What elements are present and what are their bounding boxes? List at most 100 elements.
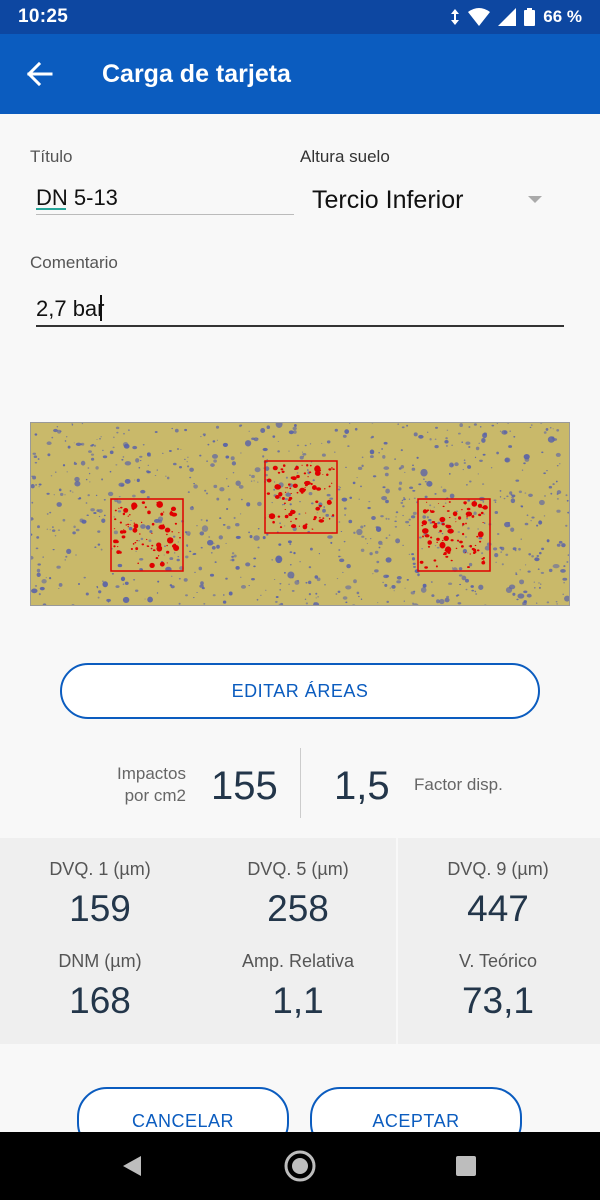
droplet bbox=[422, 583, 427, 588]
droplet bbox=[357, 466, 363, 471]
droplet bbox=[324, 583, 326, 586]
droplet bbox=[406, 579, 409, 581]
droplet bbox=[138, 540, 141, 542]
droplet bbox=[566, 499, 569, 502]
droplet bbox=[395, 538, 401, 544]
droplet bbox=[520, 605, 523, 606]
dvq9-value: 447 bbox=[467, 888, 529, 929]
droplet bbox=[219, 487, 225, 492]
droplet bbox=[62, 518, 66, 522]
highlighted-droplet bbox=[304, 512, 307, 514]
droplet bbox=[90, 457, 95, 461]
droplet bbox=[36, 572, 41, 578]
droplet bbox=[470, 585, 474, 588]
droplet bbox=[366, 543, 368, 544]
droplet bbox=[519, 569, 521, 571]
spellcheck-underline bbox=[36, 208, 66, 210]
droplet bbox=[522, 601, 527, 605]
droplet bbox=[285, 492, 292, 497]
droplet bbox=[103, 514, 106, 517]
title-input[interactable] bbox=[36, 182, 292, 214]
v-teorico-label: V. Teórico bbox=[458, 951, 538, 971]
droplet bbox=[416, 456, 419, 459]
droplet bbox=[203, 603, 206, 605]
droplet bbox=[56, 502, 62, 507]
highlighted-droplet bbox=[125, 524, 128, 526]
droplet bbox=[400, 501, 404, 504]
droplet bbox=[336, 578, 339, 580]
droplet bbox=[123, 432, 125, 435]
droplet bbox=[278, 557, 281, 559]
highlighted-droplet bbox=[466, 507, 471, 511]
droplet bbox=[58, 488, 62, 492]
droplet bbox=[410, 515, 416, 519]
highlighted-droplet bbox=[300, 491, 304, 494]
highlighted-droplet bbox=[304, 486, 306, 489]
droplet bbox=[59, 492, 64, 496]
droplet bbox=[427, 431, 429, 433]
highlighted-droplet bbox=[307, 476, 309, 478]
highlighted-droplet bbox=[135, 547, 139, 551]
highlighted-droplet bbox=[316, 487, 322, 491]
highlighted-droplet bbox=[439, 529, 442, 533]
droplet bbox=[77, 582, 81, 586]
droplet bbox=[38, 483, 42, 486]
droplet bbox=[115, 426, 120, 430]
droplet bbox=[37, 525, 40, 529]
nav-home-button[interactable] bbox=[260, 1132, 340, 1200]
droplet bbox=[518, 490, 523, 494]
droplet bbox=[437, 521, 441, 525]
edit-areas-button[interactable]: EDITAR ÁREAS bbox=[60, 663, 540, 719]
droplet bbox=[284, 497, 288, 501]
comment-input[interactable] bbox=[36, 293, 564, 325]
droplet bbox=[102, 581, 108, 588]
droplet bbox=[343, 507, 347, 510]
droplet bbox=[96, 439, 98, 440]
droplet bbox=[418, 536, 422, 539]
highlighted-droplet bbox=[272, 520, 275, 524]
nav-recents-button[interactable] bbox=[426, 1132, 506, 1200]
highlighted-droplet bbox=[444, 546, 452, 553]
droplet bbox=[358, 498, 360, 500]
droplet bbox=[196, 591, 199, 594]
droplet bbox=[338, 548, 341, 552]
droplet bbox=[482, 483, 485, 485]
highlighted-droplet bbox=[310, 482, 313, 486]
nav-back-button[interactable] bbox=[92, 1132, 172, 1200]
droplet bbox=[543, 472, 546, 475]
droplet bbox=[227, 485, 230, 488]
highlighted-droplet bbox=[166, 537, 174, 544]
droplet bbox=[89, 481, 91, 483]
droplet bbox=[309, 443, 312, 445]
droplet bbox=[179, 466, 182, 469]
droplet bbox=[543, 515, 546, 517]
droplet bbox=[213, 542, 215, 544]
droplet bbox=[462, 469, 464, 471]
highlighted-droplet bbox=[446, 510, 450, 512]
droplet bbox=[46, 528, 48, 530]
droplet bbox=[541, 547, 545, 551]
droplet bbox=[187, 491, 190, 493]
droplet bbox=[288, 583, 290, 585]
back-button[interactable] bbox=[0, 34, 80, 114]
droplet bbox=[35, 484, 38, 486]
droplet bbox=[496, 533, 500, 535]
droplet bbox=[338, 555, 341, 558]
droplet bbox=[121, 459, 124, 461]
dvq5-value: 258 bbox=[267, 888, 329, 929]
droplet bbox=[222, 524, 226, 526]
droplet bbox=[315, 597, 317, 599]
droplet bbox=[168, 450, 172, 452]
droplet bbox=[65, 436, 68, 438]
droplet bbox=[406, 424, 409, 427]
highlighted-droplet bbox=[118, 507, 120, 509]
droplet bbox=[356, 528, 363, 536]
highlighted-droplet bbox=[295, 465, 299, 470]
droplet bbox=[235, 566, 240, 570]
highlighted-droplet bbox=[311, 528, 313, 530]
droplet bbox=[139, 568, 143, 571]
droplet bbox=[509, 430, 511, 432]
droplet bbox=[75, 528, 80, 532]
droplet bbox=[360, 548, 365, 552]
highlighted-droplet bbox=[483, 560, 485, 562]
